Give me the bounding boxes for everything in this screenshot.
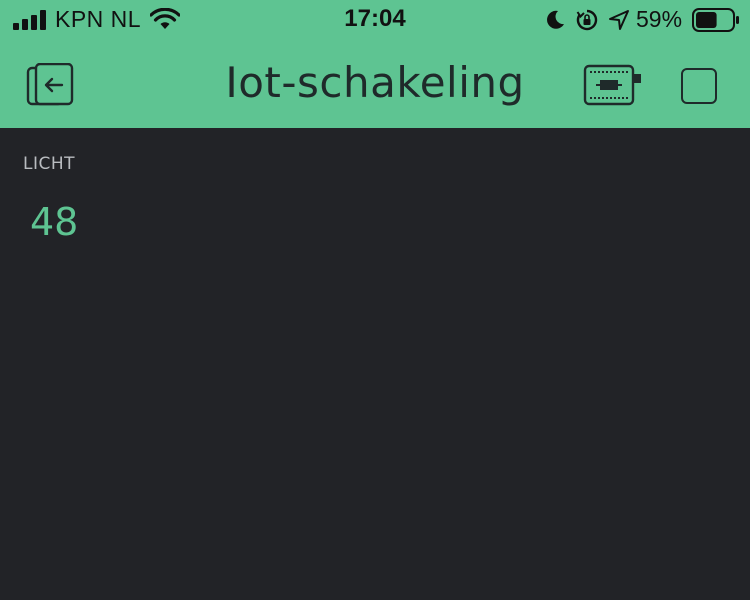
location-arrow-icon — [609, 10, 629, 30]
square-icon[interactable] — [681, 68, 717, 104]
widget-value: 48 — [30, 200, 79, 244]
moon-icon — [547, 10, 564, 29]
widget-label: LICHT — [23, 154, 76, 174]
app-header: KPN NL 17:04 59% Iot-schakeling — [0, 0, 750, 128]
battery-percentage: 59% — [636, 6, 683, 32]
battery-icon — [692, 8, 739, 32]
rotation-lock-icon — [576, 9, 598, 31]
device-icon[interactable] — [583, 64, 643, 108]
value-display-widget[interactable]: LICHT 48 — [22, 150, 142, 250]
status-bar: KPN NL 17:04 59% — [0, 0, 750, 40]
